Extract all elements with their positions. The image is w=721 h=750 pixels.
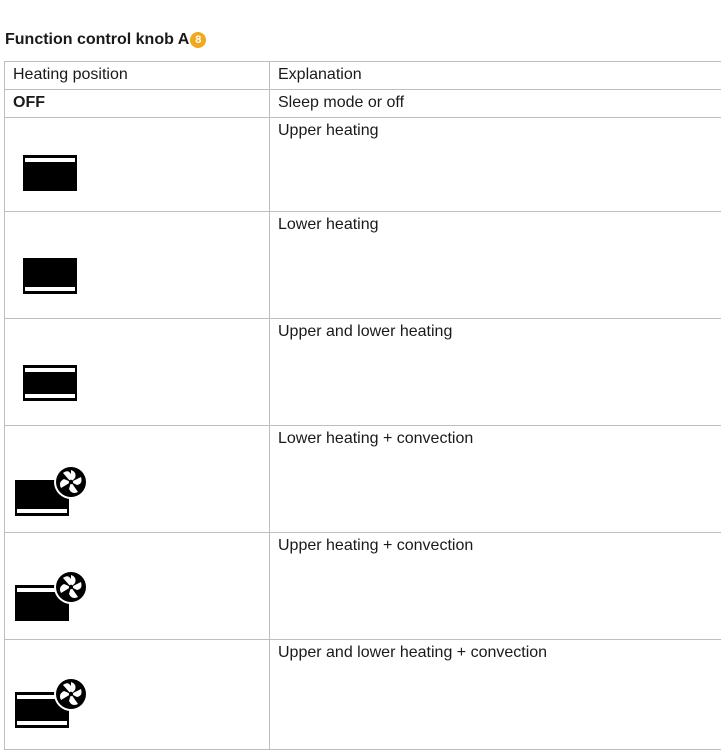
upper-lower-heating-convection-icon [15, 676, 91, 730]
header-explanation: Explanation [270, 62, 721, 90]
lower-heating-icon [23, 258, 77, 294]
table-row: Lower heating [5, 212, 721, 319]
position-cell [5, 640, 270, 750]
position-cell [5, 319, 270, 426]
section-title: Function control knob A 8 [5, 31, 206, 49]
table-row: Lower heating + convection [5, 426, 721, 533]
function-table: Heating position Explanation OFF Sleep m… [4, 61, 721, 750]
explanation-text: Lower heating + convection [270, 426, 721, 533]
header-heating-position: Heating position [5, 62, 270, 90]
table-header-row: Heating position Explanation [5, 62, 721, 90]
position-cell [5, 118, 270, 212]
table-row: Upper heating [5, 118, 721, 212]
upper-heating-icon [23, 155, 77, 191]
position-cell [5, 426, 270, 533]
upper-lower-heating-icon [23, 365, 77, 401]
table-row: Upper and lower heating [5, 319, 721, 426]
upper-heating-convection-icon [15, 569, 91, 623]
position-off: OFF [5, 90, 270, 118]
position-cell [5, 533, 270, 640]
lower-heating-convection-icon [15, 464, 91, 518]
table-row: OFF Sleep mode or off [5, 90, 721, 118]
explanation-text: Lower heating [270, 212, 721, 319]
title-text: Function control knob A [5, 31, 189, 49]
position-cell [5, 212, 270, 319]
table-row: Upper heating + convection [5, 533, 721, 640]
explanation-text: Sleep mode or off [270, 90, 721, 118]
explanation-text: Upper and lower heating + convection [270, 640, 721, 750]
explanation-text: Upper heating [270, 118, 721, 212]
explanation-text: Upper heating + convection [270, 533, 721, 640]
callout-badge: 8 [190, 32, 206, 48]
explanation-text: Upper and lower heating [270, 319, 721, 426]
table-row: Upper and lower heating + convection [5, 640, 721, 750]
